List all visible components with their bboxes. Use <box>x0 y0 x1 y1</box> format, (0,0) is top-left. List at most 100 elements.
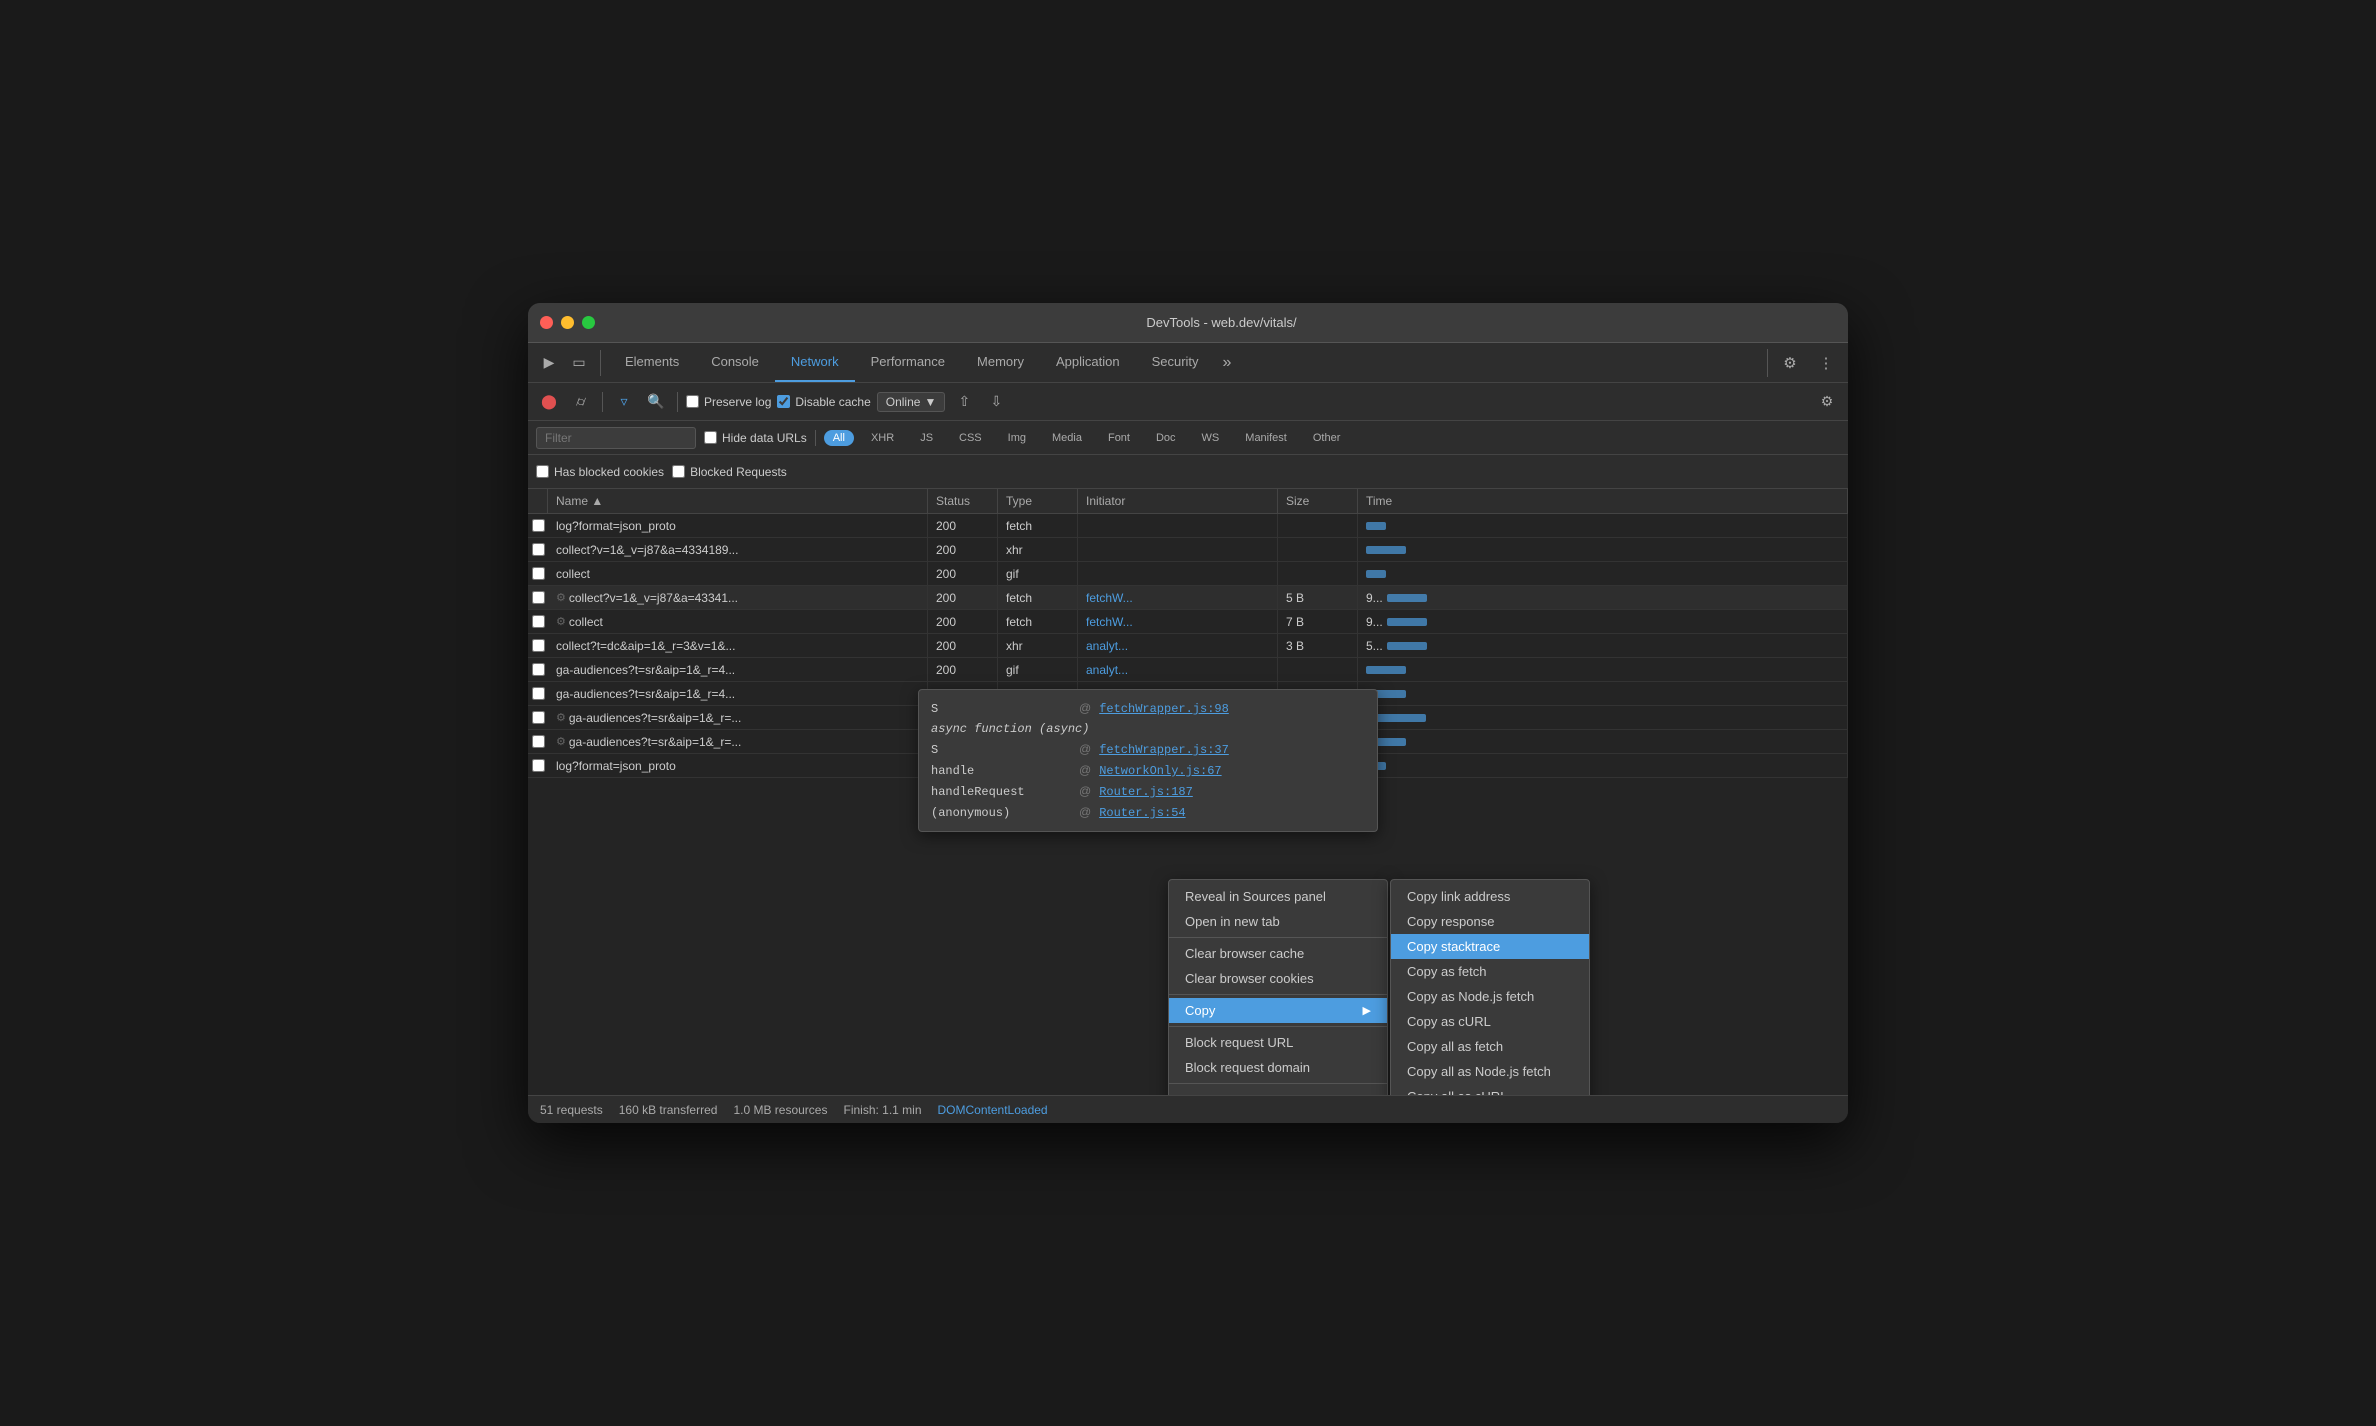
sub-copy-fetch[interactable]: Copy as fetch <box>1391 959 1589 984</box>
more-options-icon[interactable]: ⋮ <box>1812 349 1840 377</box>
search-icon[interactable]: 🔍 <box>643 389 669 415</box>
settings-icon[interactable]: ⚙ <box>1776 349 1804 377</box>
sub-copy-curl[interactable]: Copy as cURL <box>1391 1009 1589 1034</box>
clear-button[interactable]: ⌭ <box>568 389 594 415</box>
sub-copy-link[interactable]: Copy link address <box>1391 884 1589 909</box>
td-initiator: analyt... <box>1078 634 1278 657</box>
th-status[interactable]: Status <box>928 489 998 513</box>
device-toolbar-icon[interactable]: ▭ <box>566 350 592 376</box>
th-time[interactable]: Time <box>1358 489 1848 513</box>
filter-xhr[interactable]: XHR <box>862 429 903 447</box>
row-checkbox[interactable] <box>532 735 545 748</box>
tab-security[interactable]: Security <box>1136 343 1215 382</box>
hide-data-urls-checkbox[interactable] <box>704 431 717 444</box>
th-size[interactable]: Size <box>1278 489 1358 513</box>
status-domcontentloaded[interactable]: DOMContentLoaded <box>938 1103 1048 1117</box>
filter-js[interactable]: JS <box>911 429 942 447</box>
hide-data-urls-label[interactable]: Hide data URLs <box>704 431 807 445</box>
td-type: fetch <box>998 514 1078 537</box>
ctx-clear-cache[interactable]: Clear browser cache <box>1169 941 1387 966</box>
sub-copy-all-nodejs-fetch[interactable]: Copy all as Node.js fetch <box>1391 1059 1589 1084</box>
tab-elements[interactable]: Elements <box>609 343 695 382</box>
td-name: ⚙collect <box>548 610 928 633</box>
row-checkbox[interactable] <box>532 567 545 580</box>
sub-copy-all-curl[interactable]: Copy all as cURL <box>1391 1084 1589 1095</box>
table-row[interactable]: ⚙collect?v=1&_v=j87&a=43341... 200 fetch… <box>528 586 1848 610</box>
row-checkbox[interactable] <box>532 615 545 628</box>
th-name[interactable]: Name ▲ <box>548 489 928 513</box>
ctx-clear-cookies[interactable]: Clear browser cookies <box>1169 966 1387 991</box>
filter-media[interactable]: Media <box>1043 429 1091 447</box>
filter-font[interactable]: Font <box>1099 429 1139 447</box>
cs-link[interactable]: fetchWrapper.js:37 <box>1099 743 1229 757</box>
table-row[interactable]: ⚙collect 200 fetch fetchW... 7 B 9... <box>528 610 1848 634</box>
row-checkbox[interactable] <box>532 543 545 556</box>
disable-cache-checkbox[interactable] <box>777 395 790 408</box>
cs-link[interactable]: Router.js:54 <box>1099 806 1185 820</box>
tab-performance[interactable]: Performance <box>855 343 961 382</box>
network-throttle-select[interactable]: Online ▼ <box>877 392 946 412</box>
filter-doc[interactable]: Doc <box>1147 429 1185 447</box>
row-checkbox[interactable] <box>532 519 545 532</box>
tab-memory[interactable]: Memory <box>961 343 1040 382</box>
ctx-open-new-tab[interactable]: Open in new tab <box>1169 909 1387 934</box>
blocked-cookies-checkbox[interactable] <box>536 465 549 478</box>
blocked-requests-checkbox[interactable] <box>672 465 685 478</box>
ctx-copy[interactable]: Copy ▶ <box>1169 998 1387 1023</box>
cs-link[interactable]: Router.js:187 <box>1099 785 1193 799</box>
upload-icon[interactable]: ⇧ <box>951 389 977 415</box>
download-icon[interactable]: ⇩ <box>983 389 1009 415</box>
minimize-button[interactable] <box>561 316 574 329</box>
disable-cache-label[interactable]: Disable cache <box>777 395 870 409</box>
record-button[interactable]: ⬤ <box>536 389 562 415</box>
row-checkbox[interactable] <box>532 663 545 676</box>
td-status: 200 <box>928 562 998 585</box>
th-initiator[interactable]: Initiator <box>1078 489 1278 513</box>
cs-link[interactable]: NetworkOnly.js:67 <box>1099 764 1221 778</box>
ctx-separator <box>1169 1083 1387 1084</box>
row-checkbox[interactable] <box>532 759 545 772</box>
cs-link[interactable]: fetchWrapper.js:98 <box>1099 702 1229 716</box>
ctx-reveal-sources[interactable]: Reveal in Sources panel <box>1169 884 1387 909</box>
ctx-block-url[interactable]: Block request URL <box>1169 1030 1387 1055</box>
blocked-cookies-label[interactable]: Has blocked cookies <box>536 465 664 479</box>
filter-ws[interactable]: WS <box>1193 429 1229 447</box>
filter-all[interactable]: All <box>824 430 854 446</box>
network-settings-icon[interactable]: ⚙ <box>1814 389 1840 415</box>
table-row[interactable]: log?format=json_proto 200 fetch <box>528 514 1848 538</box>
filter-bar: Hide data URLs All XHR JS CSS Img Media … <box>528 421 1848 455</box>
row-checkbox[interactable] <box>532 639 545 652</box>
filter-img[interactable]: Img <box>999 429 1035 447</box>
sub-copy-all-fetch[interactable]: Copy all as fetch <box>1391 1034 1589 1059</box>
filter-icon[interactable]: ▿ <box>611 389 637 415</box>
row-checkbox[interactable] <box>532 591 545 604</box>
th-type[interactable]: Type <box>998 489 1078 513</box>
maximize-button[interactable] <box>582 316 595 329</box>
sub-copy-response[interactable]: Copy response <box>1391 909 1589 934</box>
tab-network[interactable]: Network <box>775 343 855 382</box>
tab-console[interactable]: Console <box>695 343 775 382</box>
preserve-log-checkbox[interactable] <box>686 395 699 408</box>
table-row[interactable]: ga-audiences?t=sr&aip=1&_r=4... 200 gif … <box>528 658 1848 682</box>
table-row[interactable]: collect 200 gif <box>528 562 1848 586</box>
close-button[interactable] <box>540 316 553 329</box>
ctx-sort-by[interactable]: Sort By ▶ <box>1169 1087 1387 1095</box>
filter-input[interactable] <box>536 427 696 449</box>
table-row[interactable]: collect?t=dc&aip=1&_r=3&v=1&... 200 xhr … <box>528 634 1848 658</box>
tab-application[interactable]: Application <box>1040 343 1136 382</box>
td-size <box>1278 538 1358 561</box>
filter-other[interactable]: Other <box>1304 429 1350 447</box>
table-row[interactable]: collect?v=1&_v=j87&a=4334189... 200 xhr <box>528 538 1848 562</box>
td-name: log?format=json_proto <box>548 514 928 537</box>
sub-copy-stacktrace[interactable]: Copy stacktrace <box>1391 934 1589 959</box>
ctx-block-domain[interactable]: Block request domain <box>1169 1055 1387 1080</box>
sub-copy-nodejs-fetch[interactable]: Copy as Node.js fetch <box>1391 984 1589 1009</box>
row-checkbox[interactable] <box>532 687 545 700</box>
filter-css[interactable]: CSS <box>950 429 991 447</box>
preserve-log-label[interactable]: Preserve log <box>686 395 771 409</box>
inspect-icon[interactable]: ▶ <box>536 350 562 376</box>
row-checkbox[interactable] <box>532 711 545 724</box>
more-tabs-button[interactable]: » <box>1215 354 1240 372</box>
filter-manifest[interactable]: Manifest <box>1236 429 1296 447</box>
blocked-requests-label[interactable]: Blocked Requests <box>672 465 787 479</box>
